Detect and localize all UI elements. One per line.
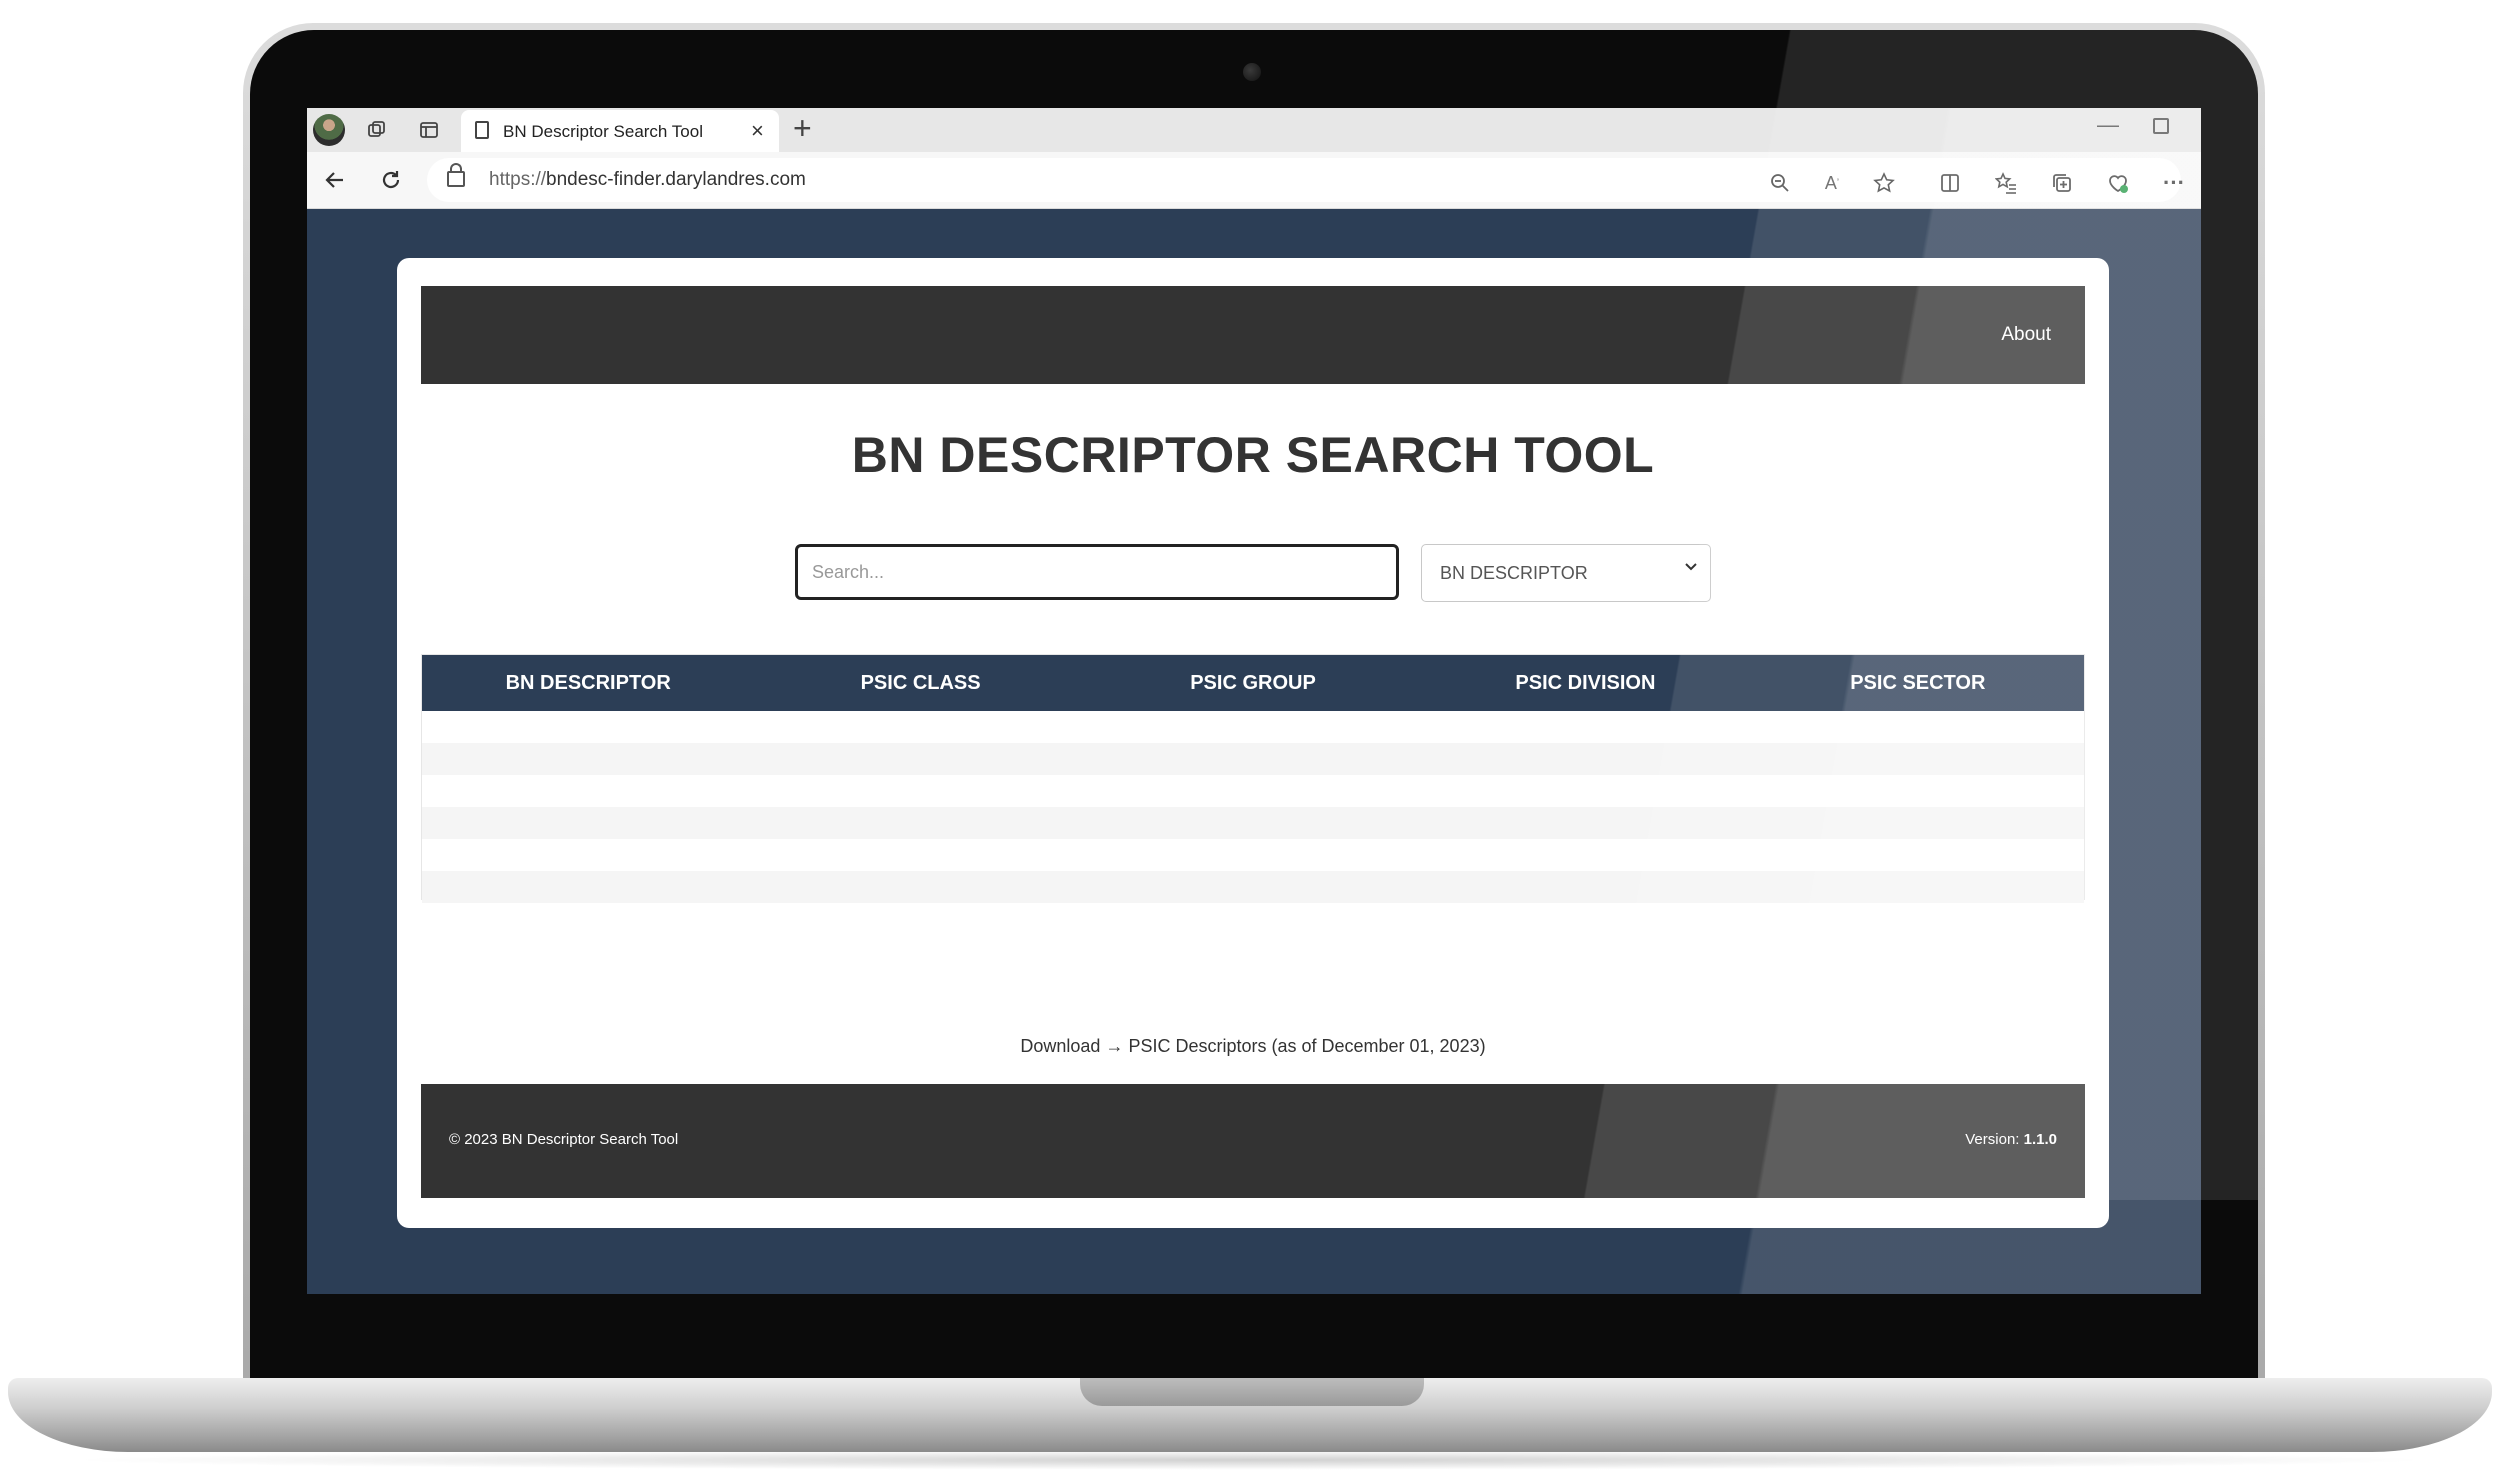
new-tab-button[interactable]: + [793, 112, 812, 144]
chevron-down-icon [1684, 560, 1698, 579]
version-label: Version: [1965, 1131, 2024, 1148]
table-row [422, 711, 2084, 743]
lock-icon[interactable] [447, 163, 465, 187]
page-icon [475, 121, 489, 139]
url-scheme: https:// [489, 169, 547, 190]
minimize-window-icon[interactable]: — [2097, 112, 2119, 138]
column-header-psic-class[interactable]: PSIC CLASS [754, 655, 1086, 711]
restore-window-icon[interactable] [2153, 118, 2169, 134]
table-header-row: BN DESCRIPTOR PSIC CLASS PSIC GROUP PSIC… [422, 655, 2084, 711]
laptop-notch [1080, 1378, 1424, 1406]
table-row [422, 871, 2084, 903]
address-bar[interactable]: https://bndesc-finder.darylandres.com [427, 158, 2181, 202]
table-row [422, 807, 2084, 839]
search-input[interactable] [795, 544, 1399, 600]
back-icon[interactable] [317, 162, 353, 198]
split-screen-icon[interactable] [1935, 168, 1965, 198]
column-header-psic-sector[interactable]: PSIC SECTOR [1752, 655, 2084, 711]
browser-toolbar: https://bndesc-finder.darylandres.com Aʼ… [307, 152, 2201, 209]
url-text[interactable]: https://bndesc-finder.darylandres.com [489, 169, 806, 191]
download-psic-link[interactable]: Download → PSIC Descriptors (as of Decem… [397, 1036, 2109, 1057]
page-card: About BN DESCRIPTOR SEARCH TOOL BN DESCR… [397, 258, 2109, 1228]
column-header-psic-group[interactable]: PSIC GROUP [1087, 655, 1419, 711]
browser-tab-active[interactable]: BN Descriptor Search Tool × [461, 110, 779, 152]
favorite-star-icon[interactable] [1869, 168, 1899, 198]
table-row [422, 839, 2084, 871]
page-title: BN DESCRIPTOR SEARCH TOOL [851, 427, 1655, 483]
footer-version: Version: 1.1.0 [1965, 1131, 2057, 1148]
url-host: bndesc-finder.darylandres.com [546, 169, 806, 190]
top-navbar: About [421, 286, 2085, 384]
tab-actions-icon[interactable] [415, 116, 443, 144]
footer: © 2023 BN Descriptor Search Tool Version… [421, 1084, 2085, 1198]
browser-tabstrip: BN Descriptor Search Tool × + — [307, 108, 2201, 152]
refresh-icon[interactable] [373, 162, 409, 198]
footer-copyright: © 2023 BN Descriptor Search Tool [449, 1131, 679, 1148]
collections-icon[interactable] [2047, 168, 2077, 198]
more-menu-icon[interactable]: ··· [2159, 168, 2189, 198]
table-row [422, 743, 2084, 775]
results-table: BN DESCRIPTOR PSIC CLASS PSIC GROUP PSIC… [421, 654, 2085, 903]
tab-title: BN Descriptor Search Tool [503, 122, 703, 141]
nav-link-about[interactable]: About [2001, 324, 2051, 346]
laptop-screen: BN Descriptor Search Tool × + — https://… [307, 108, 2201, 1294]
column-header-bn-descriptor[interactable]: BN DESCRIPTOR [422, 655, 754, 711]
column-header-psic-division[interactable]: PSIC DIVISION [1419, 655, 1751, 711]
profile-avatar[interactable] [313, 114, 345, 146]
webcam [1243, 63, 1261, 81]
zoom-icon[interactable] [1765, 168, 1795, 198]
read-aloud-icon[interactable]: Aʼ [1817, 168, 1847, 198]
workspaces-icon[interactable] [363, 116, 391, 144]
browser-essentials-icon[interactable] [2103, 168, 2133, 198]
favorites-icon[interactable] [1991, 168, 2021, 198]
version-value: 1.1.0 [2023, 1131, 2057, 1148]
filter-selected-value: BN DESCRIPTOR [1440, 563, 1588, 583]
filter-dropdown[interactable]: BN DESCRIPTOR [1421, 544, 1711, 602]
close-tab-icon[interactable]: × [751, 118, 764, 144]
laptop-shadow [60, 1450, 2440, 1470]
table-row [422, 775, 2084, 807]
